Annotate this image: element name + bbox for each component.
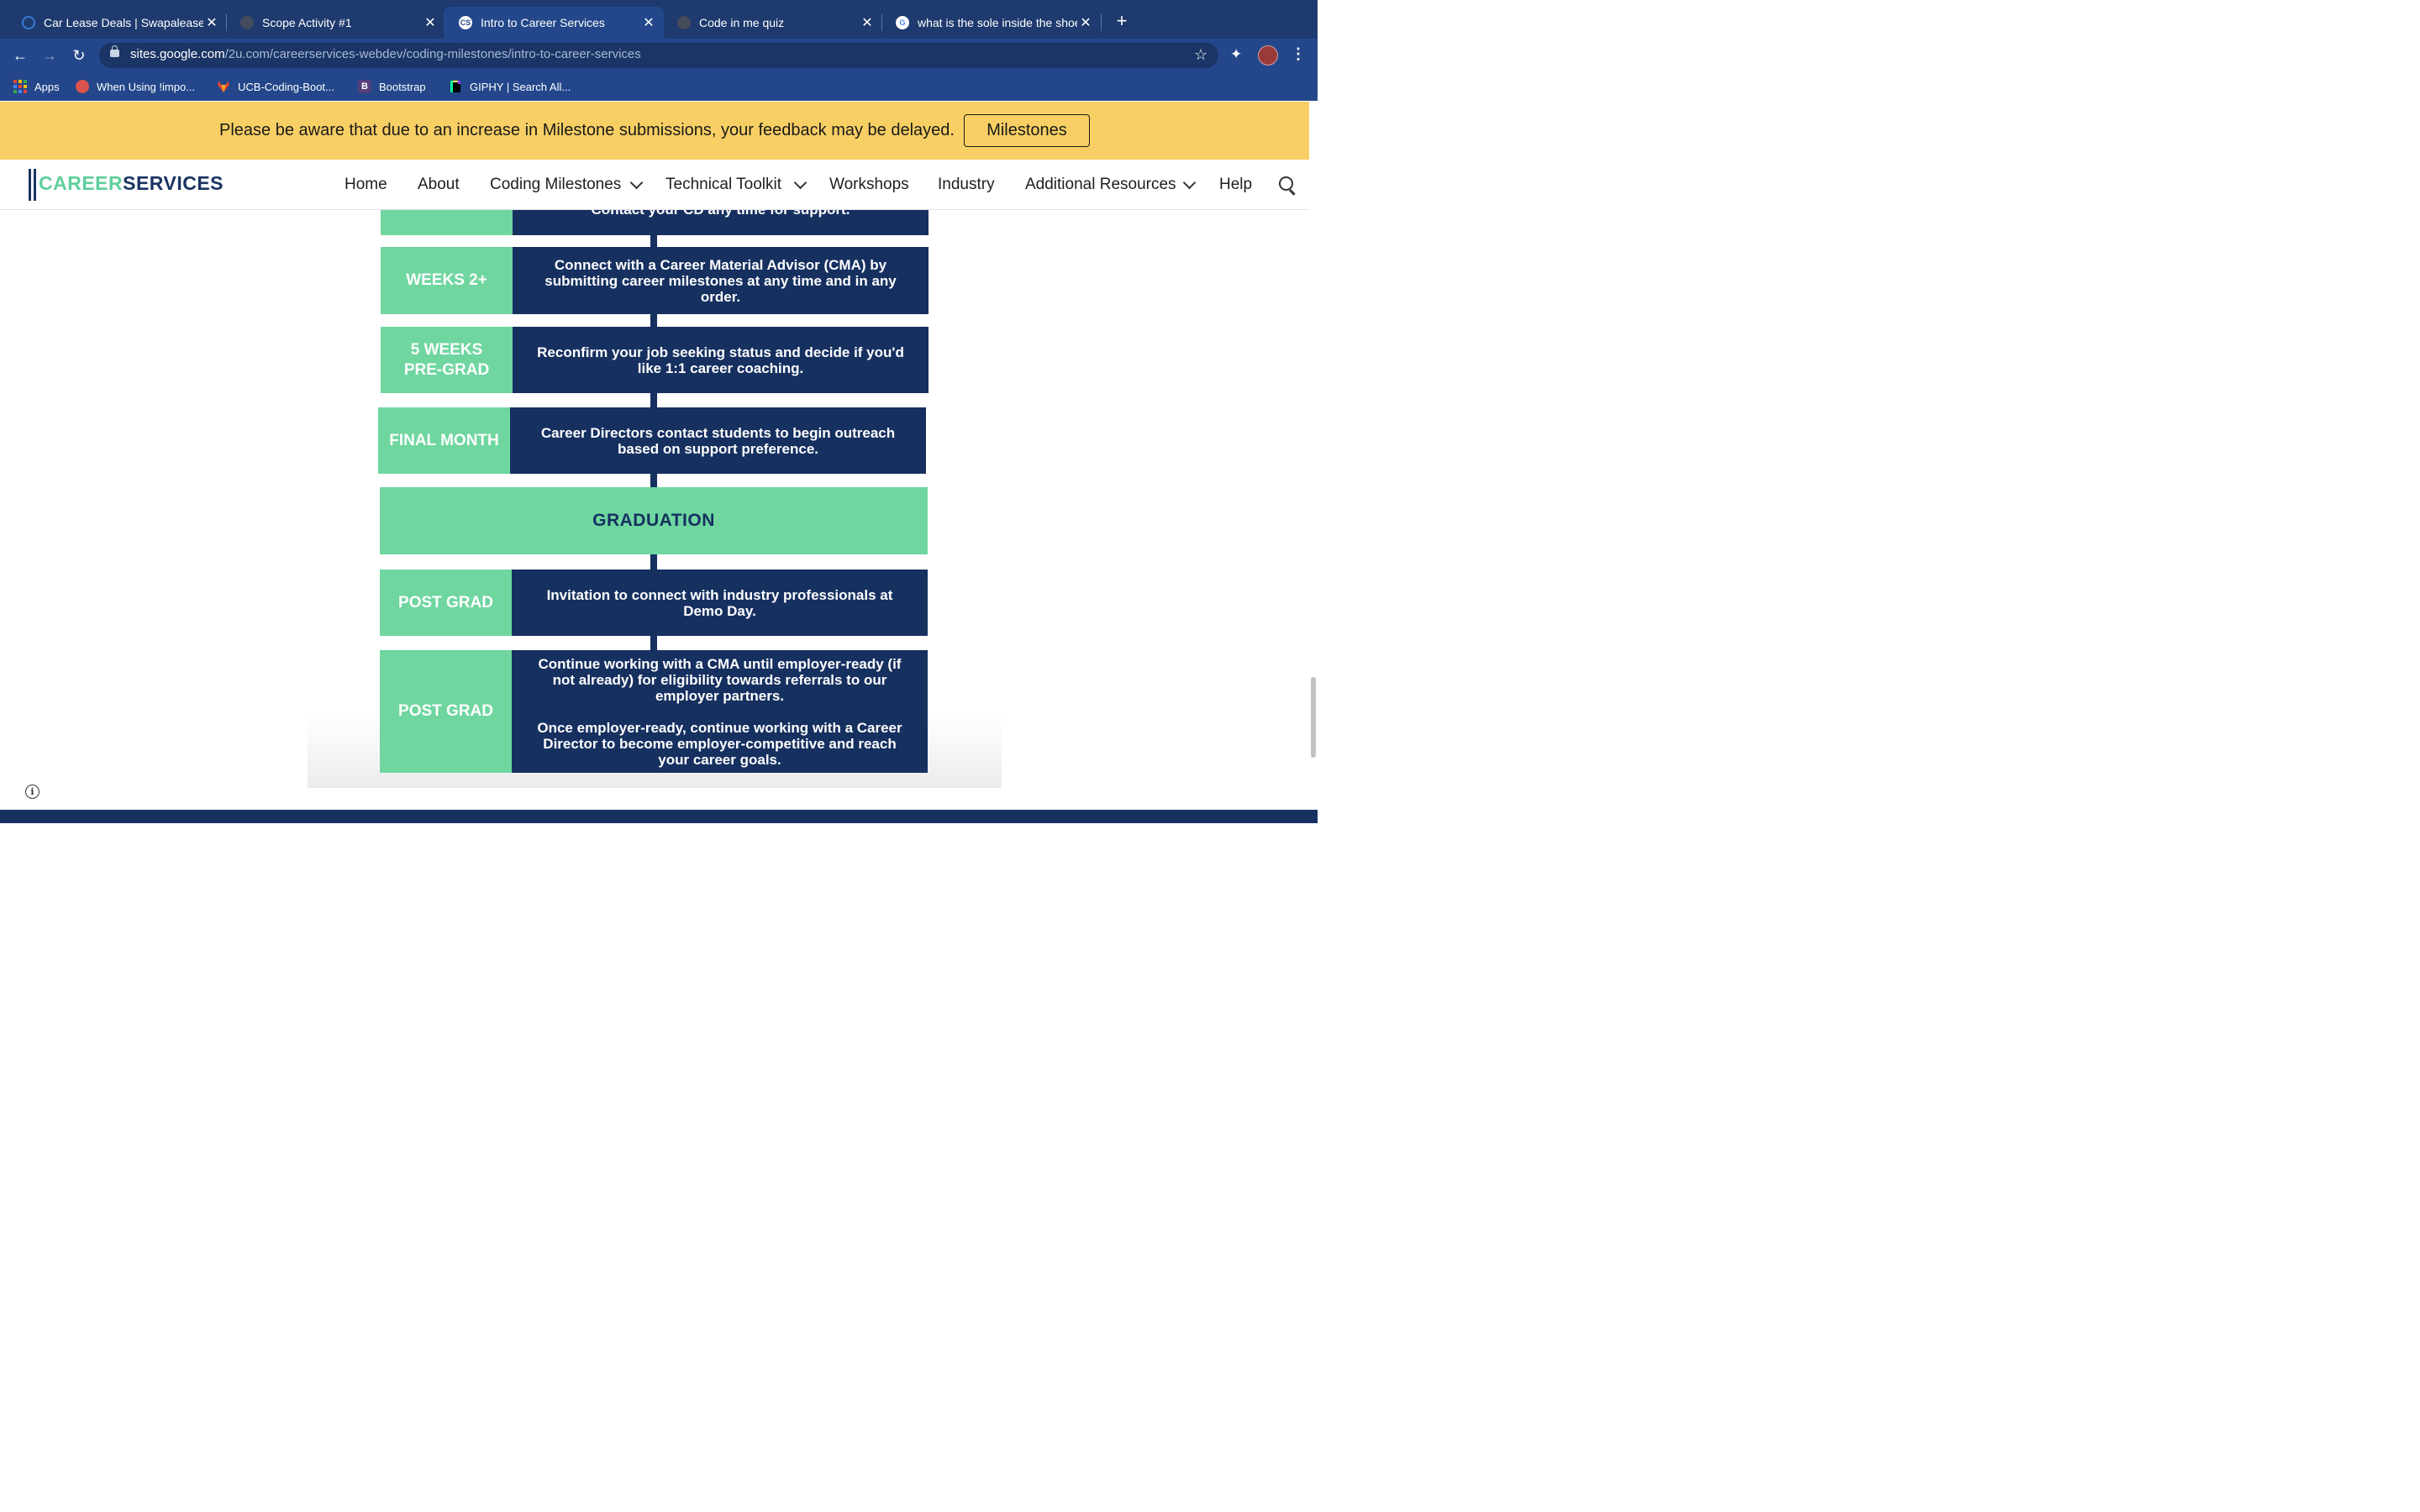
timeline-description: Invitation to connect with industry prof…	[512, 570, 928, 636]
tab-car-lease-deals[interactable]: Car Lease Deals | Swapalease.c ✕	[7, 7, 227, 39]
bookmark-label: Bootstrap	[379, 80, 426, 93]
tab-code-in-me-quiz[interactable]: Code in me quiz ✕	[662, 7, 882, 39]
graduation-banner: GRADUATION	[380, 487, 928, 554]
nav-coding-milestones[interactable]: Coding Milestones	[490, 176, 621, 194]
bookmark-bootstrap[interactable]: B Bootstrap	[358, 78, 426, 95]
close-tab-icon[interactable]: ✕	[859, 14, 876, 31]
logo-word-services: SERVICES	[123, 172, 224, 194]
bookmarks-bar	[0, 72, 1318, 101]
timeline-description: Connect with a Career Material Advisor (…	[513, 247, 929, 314]
bookmark-label: UCB-Coding-Boot...	[238, 80, 334, 93]
globe-favicon-icon	[240, 16, 254, 29]
profile-avatar[interactable]	[1258, 45, 1278, 66]
bookmark-label: When Using !impo...	[97, 80, 196, 93]
timeline-description: Reconfirm your job seeking status and de…	[513, 327, 929, 393]
nav-industry[interactable]: Industry	[938, 176, 995, 194]
timeline-connector	[650, 393, 657, 407]
timeline-label: POST GRAD	[380, 570, 512, 636]
scrollbar-thumb[interactable]	[1311, 677, 1316, 758]
timeline-connector	[650, 235, 657, 247]
timeline-label: POST GRAD	[380, 650, 512, 773]
tab-title: Code in me quiz	[699, 16, 785, 29]
timeline-connector	[650, 474, 657, 487]
timeline-connector	[650, 636, 657, 650]
tab-title: Intro to Career Services	[481, 16, 605, 29]
career-services-logo[interactable]: CAREERSERVICES	[39, 172, 224, 195]
timeline-label	[381, 210, 513, 235]
reload-icon[interactable]: ↻	[67, 39, 91, 72]
close-tab-icon[interactable]: ✕	[203, 14, 220, 31]
tab-title: what is the sole inside the shoe	[918, 16, 1077, 29]
timeline-row: FINAL MONTH Career Directors contact stu…	[378, 407, 926, 474]
forward-arrow-icon[interactable]: →	[38, 39, 61, 72]
timeline-row: POST GRAD Continue working with a CMA un…	[380, 650, 928, 773]
banner-message: Please be aware that due to an increase …	[219, 121, 955, 139]
timeline-text: Contact your CD any time for support.	[592, 210, 850, 218]
tab-intro-to-career-services[interactable]: CS Intro to Career Services ✕	[444, 7, 664, 39]
nav-additional-resources[interactable]: Additional Resources	[1025, 176, 1176, 194]
extensions-puzzle-icon[interactable]: ✦	[1230, 46, 1242, 63]
nav-home[interactable]: Home	[345, 176, 387, 194]
bootstrap-icon: B	[358, 80, 371, 93]
logo-mark	[29, 169, 31, 201]
bookmark-apps[interactable]: Apps	[13, 78, 60, 95]
tab-title: Car Lease Deals | Swapalease.c	[44, 16, 203, 29]
url-host: sites.google.com	[130, 47, 225, 61]
close-tab-icon[interactable]: ✕	[1077, 14, 1094, 31]
back-arrow-icon[interactable]: ←	[8, 39, 32, 72]
url-text[interactable]: sites.google.com/2u.com/careerservices-w…	[130, 47, 641, 61]
bookmark-label: GIPHY | Search All...	[470, 80, 571, 93]
timeline-connector	[650, 554, 657, 570]
tab-scope-activity[interactable]: Scope Activity #1 ✕	[225, 7, 445, 39]
bookmark-giphy[interactable]: GIPHY | Search All...	[449, 78, 571, 95]
tab-separator	[1101, 14, 1102, 31]
lock-icon[interactable]	[110, 45, 119, 57]
bookmark-when-using-important[interactable]: When Using !impo...	[76, 78, 195, 95]
career-services-favicon-icon: CS	[459, 16, 472, 29]
search-icon[interactable]	[1279, 176, 1293, 191]
timeline-row: WEEKS 2+ Connect with a Career Material …	[381, 247, 929, 314]
timeline-label: FINAL MONTH	[378, 407, 510, 474]
nav-about[interactable]: About	[418, 176, 460, 194]
career-timeline-infographic: Contact your CD any time for support. WE…	[308, 210, 1002, 788]
circle-icon	[76, 80, 89, 93]
gitlab-icon	[217, 80, 230, 93]
browser-menu-icon[interactable]: ⋮	[1291, 45, 1306, 63]
close-tab-icon[interactable]: ✕	[422, 14, 439, 31]
timeline-description: Contact your CD any time for support.	[513, 210, 929, 235]
timeline-description: Career Directors contact students to beg…	[510, 407, 926, 474]
tab-title: Scope Activity #1	[262, 16, 352, 29]
logo-word-career: CAREER	[39, 172, 124, 194]
timeline-label: WEEKS 2+	[381, 247, 513, 314]
tab-google-search[interactable]: G what is the sole inside the shoe ✕	[881, 7, 1101, 39]
nav-technical-toolkit[interactable]: Technical Toolkit	[666, 176, 781, 194]
close-tab-icon[interactable]: ✕	[640, 14, 657, 31]
timeline-row: POST GRAD Invitation to connect with ind…	[380, 570, 928, 636]
timeline-label: 5 WEEKS PRE-GRAD	[381, 327, 513, 393]
url-path: /2u.com/careerservices-webdev/coding-mil…	[224, 47, 641, 61]
globe-favicon-icon	[677, 16, 691, 29]
info-icon[interactable]: i	[25, 785, 39, 799]
bookmark-ucb-coding-bootcamp[interactable]: UCB-Coding-Boot...	[217, 78, 334, 95]
giphy-icon	[449, 80, 462, 93]
timeline-connector	[650, 314, 657, 327]
timeline-row: 5 WEEKS PRE-GRAD Reconfirm your job seek…	[381, 327, 929, 393]
timeline-row-partial: Contact your CD any time for support.	[381, 210, 929, 235]
site-footer	[0, 810, 1318, 823]
google-favicon-icon: G	[896, 16, 909, 29]
new-tab-button[interactable]: +	[1113, 10, 1131, 32]
bookmark-label: Apps	[34, 80, 60, 93]
timeline-description: Continue working with a CMA until employ…	[512, 650, 928, 773]
logo-mark	[34, 169, 36, 201]
nav-help[interactable]: Help	[1219, 176, 1252, 194]
apps-grid-icon	[13, 80, 27, 93]
bookmark-star-icon[interactable]: ☆	[1194, 46, 1207, 64]
milestones-button[interactable]: Milestones	[964, 114, 1090, 147]
swapalease-favicon-icon	[22, 16, 35, 29]
nav-workshops[interactable]: Workshops	[829, 176, 909, 194]
